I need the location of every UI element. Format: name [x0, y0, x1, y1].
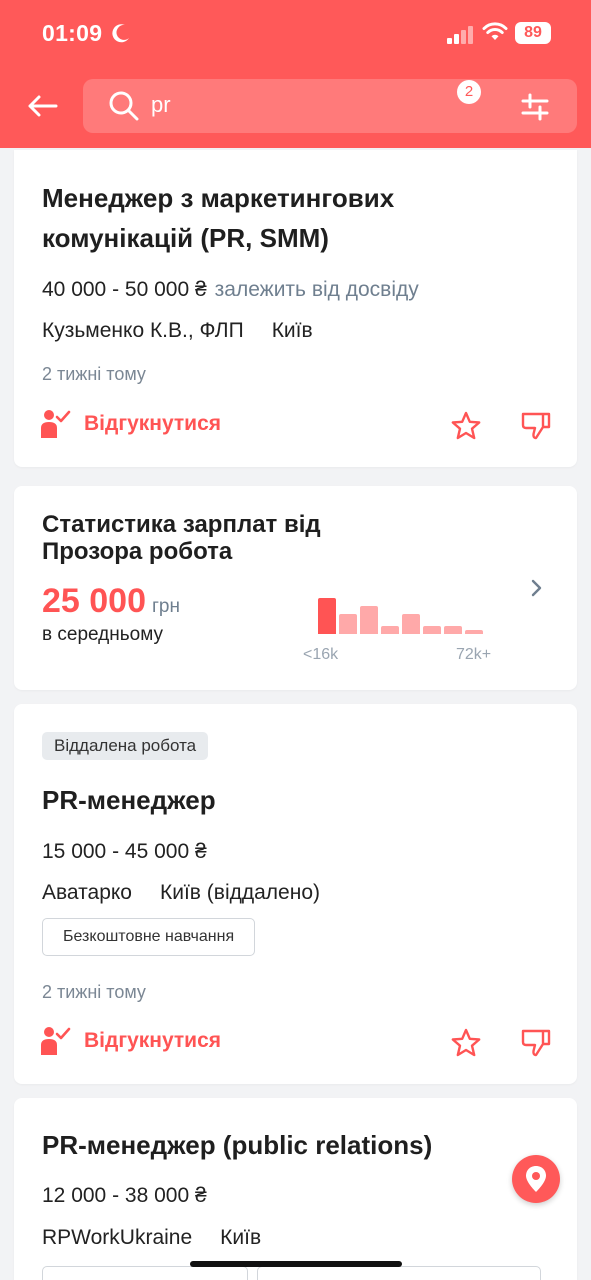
dislike-button[interactable] [518, 1025, 554, 1061]
dislike-button[interactable] [518, 408, 554, 444]
wifi-icon [482, 22, 508, 40]
status-time: 01:09 [42, 20, 103, 46]
job-title: PR-менеджер (public relations) [42, 1130, 433, 1160]
remote-work-tag: Віддалена робота [42, 732, 209, 760]
job-city: Київ (віддалено) [160, 881, 320, 904]
arrow-left-icon [28, 95, 58, 117]
stats-title: Статистика зарплат від Прозора робота [42, 511, 321, 565]
job-city: Київ [220, 1226, 262, 1249]
histogram-bar [339, 614, 357, 634]
apply-person-icon [41, 1027, 71, 1055]
apply-button[interactable]: Відгукнутися [40, 409, 221, 439]
job-salary: 15 000 - 45 000 ₴ [42, 840, 207, 863]
job-company-row: Аватарко Київ (віддалено) [42, 881, 320, 905]
moon-icon [112, 24, 129, 43]
job-title: Менеджер з маркетингових комунікацій (PR… [42, 183, 395, 253]
histogram-bar [423, 626, 441, 634]
job-card[interactable]: PR-менеджер (public relations) 12 000 - … [14, 1098, 577, 1280]
sliders-icon [521, 93, 549, 121]
job-city: Київ [271, 319, 313, 342]
job-card[interactable]: Менеджер з маркетингових комунікацій (PR… [14, 150, 577, 467]
stats-average-value: 25 000 грн [42, 582, 180, 620]
favorite-button[interactable] [448, 1025, 484, 1061]
thumbs-down-icon [521, 412, 551, 440]
location-pin-icon [526, 1166, 546, 1192]
histogram-min-label: <16k [303, 646, 339, 663]
salary-stats-card[interactable]: Статистика зарплат від Прозора робота 25… [14, 486, 577, 690]
status-bar: 01:09 89 [0, 0, 591, 66]
histogram-max-label: 72k+ [456, 646, 492, 663]
job-company-row: Кузьменко К.В., ФЛП Київ [42, 319, 313, 343]
histogram-bar [465, 630, 483, 634]
stats-unit: грн [152, 596, 180, 617]
star-icon [451, 411, 481, 440]
apply-label: Відгукнутися [84, 1029, 222, 1052]
search-icon [109, 91, 139, 121]
cellular-signal-icon [447, 26, 473, 44]
job-salary: 40 000 - 50 000 ₴ залежить від досвіду [42, 278, 419, 301]
company-name: Аватарко [42, 881, 132, 904]
company-name: RPWorkUkraine [42, 1226, 193, 1249]
job-title: PR-менеджер [42, 785, 216, 815]
job-card[interactable]: Віддалена робота PR-менеджер 15 000 - 45… [14, 704, 577, 1084]
company-name: Кузьменко К.В., ФЛП [42, 319, 244, 342]
favorite-button[interactable] [448, 408, 484, 444]
salary-histogram [304, 588, 483, 634]
histogram-bar [444, 626, 462, 634]
apply-label: Відгукнутися [84, 412, 222, 435]
histogram-bar [402, 614, 420, 634]
salary-note: залежить від досвіду [214, 278, 419, 301]
filter-count-badge: 2 [457, 80, 481, 104]
benefit-chip [257, 1266, 541, 1280]
home-indicator [190, 1261, 402, 1267]
chevron-right-icon[interactable] [526, 578, 546, 598]
histogram-bar [360, 606, 378, 634]
top-bar: 01:09 89 pr 2 [0, 0, 591, 148]
stats-subtitle: в середньому [42, 624, 163, 645]
histogram-bar [381, 626, 399, 634]
battery-indicator: 89 [515, 22, 551, 44]
thumbs-down-icon [521, 1029, 551, 1057]
histogram-bar [318, 598, 336, 634]
apply-button[interactable]: Відгукнутися [40, 1026, 221, 1056]
map-button[interactable] [512, 1155, 560, 1203]
benefit-chip: Безкоштовне навчання [42, 918, 256, 956]
search-query: pr [151, 92, 171, 117]
job-salary: 12 000 - 38 000 ₴ [42, 1184, 207, 1207]
filters-button[interactable] [517, 89, 553, 125]
posted-date: 2 тижні тому [42, 364, 146, 384]
apply-person-icon [41, 410, 71, 438]
search-input[interactable]: pr [83, 79, 577, 133]
posted-date: 2 тижні тому [42, 982, 146, 1002]
job-company-row: RPWorkUkraine Київ [42, 1226, 261, 1250]
back-button[interactable] [22, 88, 62, 124]
star-icon [451, 1028, 481, 1057]
benefit-chip [42, 1266, 248, 1280]
